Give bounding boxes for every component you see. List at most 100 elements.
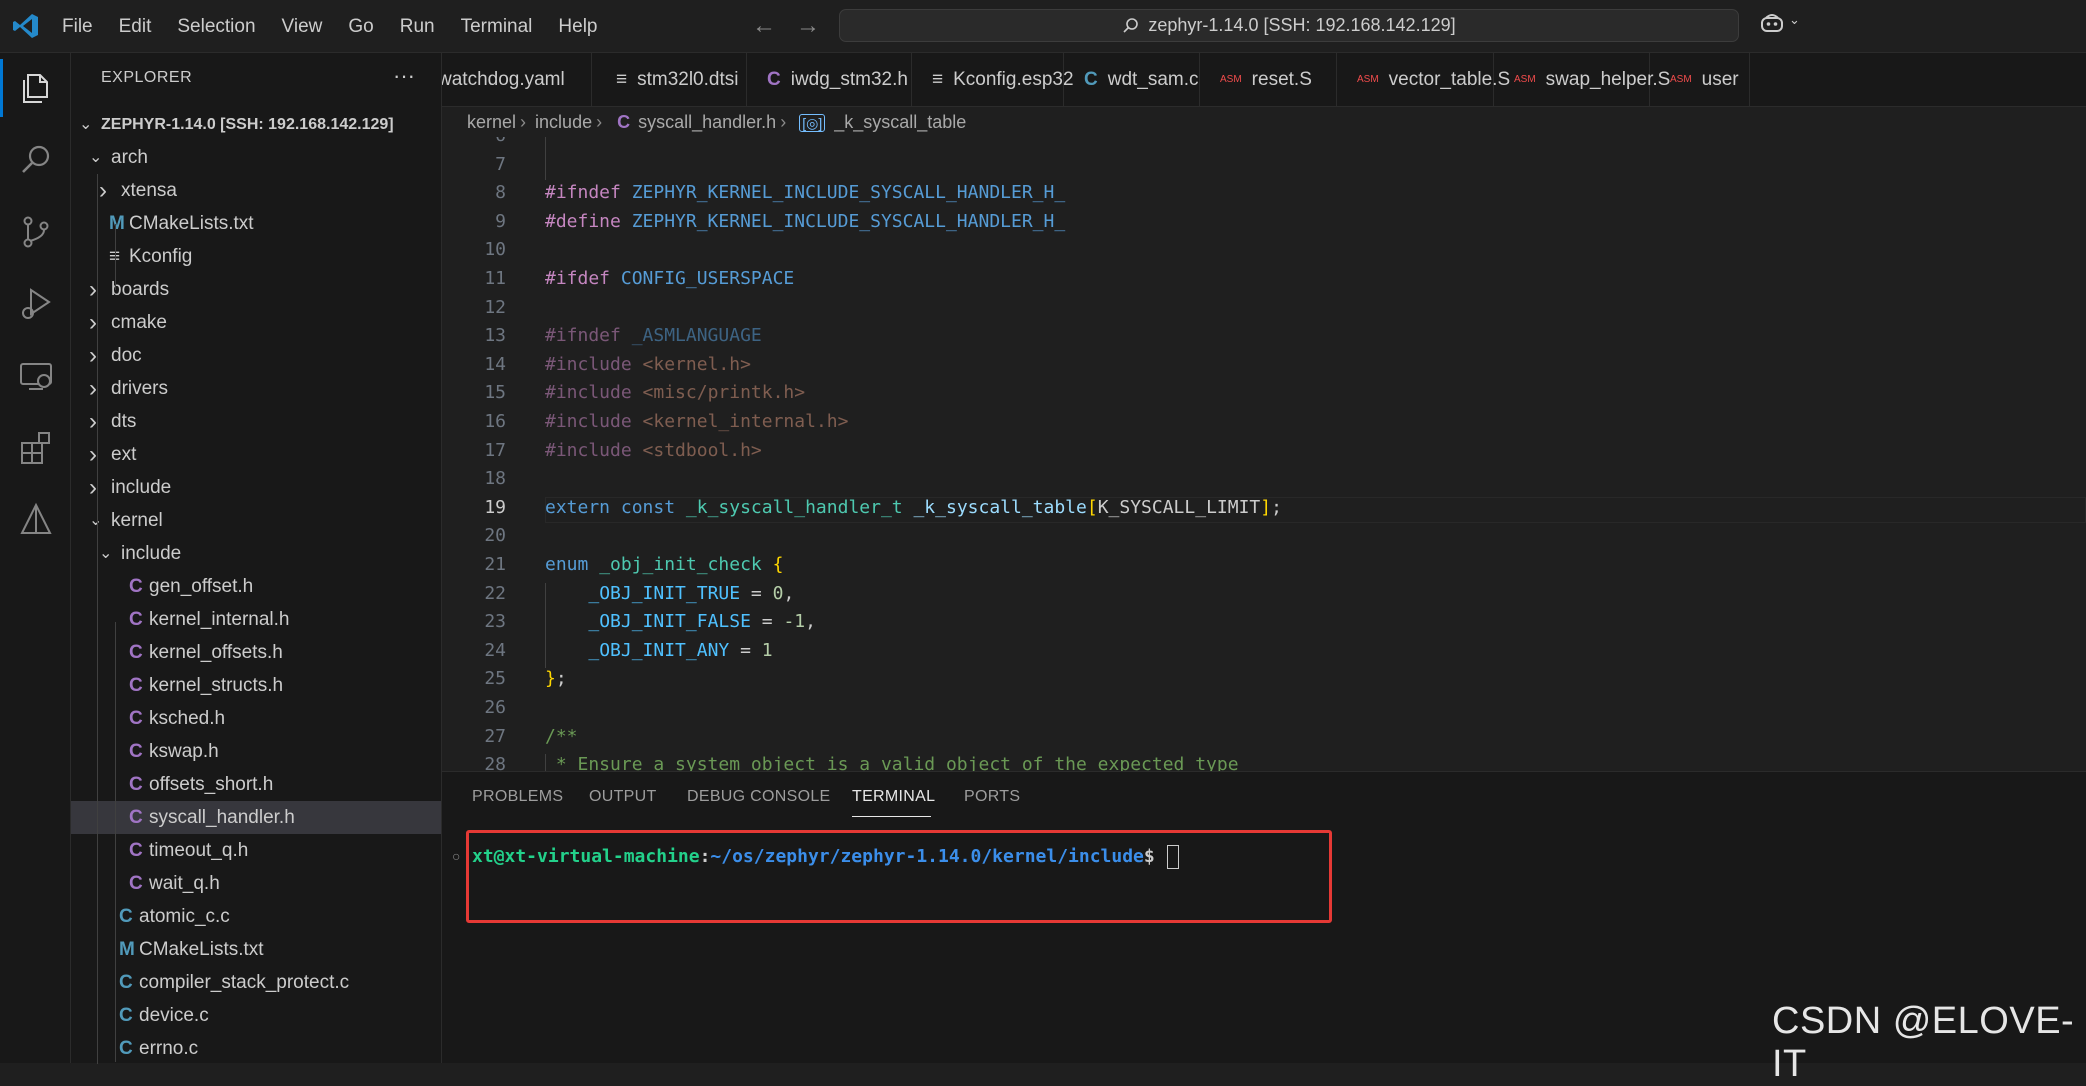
tree-item[interactable]: ≡Kconfig	[71, 240, 441, 273]
annotation-highlight-box	[466, 830, 1332, 923]
tree-item-label: CMakeLists.txt	[129, 213, 254, 234]
tree-item-label: ksched.h	[149, 708, 226, 729]
code-line[interactable]: enum _obj_init_check {	[545, 554, 783, 575]
tree-item[interactable]: Cgen_offset.h	[71, 570, 441, 603]
tree-item[interactable]: Ctimeout_q.h	[71, 834, 441, 867]
chevron-down-icon: ⌄	[99, 545, 113, 562]
explorer-icon[interactable]	[17, 69, 55, 107]
code-token: /**	[545, 725, 578, 747]
code-line[interactable]: * Ensure a system object is a valid obje…	[545, 754, 1239, 771]
code-line[interactable]: _OBJ_INIT_TRUE = 0,	[545, 583, 794, 604]
editor-tab[interactable]: ≡ stm32l0.dtsi	[596, 53, 747, 106]
tree-item[interactable]: Cwait_q.h	[71, 867, 441, 900]
tree-item[interactable]: Cksched.h	[71, 702, 441, 735]
tree-item[interactable]: Ckswap.h	[71, 735, 441, 768]
menu-edit[interactable]: Edit	[119, 16, 152, 38]
text-file-icon: ≡	[932, 69, 944, 90]
code-line[interactable]: #ifndef ZEPHYR_KERNEL_INCLUDE_SYSCALL_HA…	[545, 182, 1065, 203]
breadcrumb-file[interactable]: syscall_handler.h	[638, 112, 776, 132]
back-arrow-icon[interactable]: ←	[752, 12, 796, 39]
tree-item[interactable]: › doc	[71, 339, 441, 372]
command-center[interactable]: zephyr-1.14.0 [SSH: 192.168.142.129]	[839, 9, 1739, 42]
line-number: 16	[484, 411, 506, 432]
breadcrumb-kernel[interactable]: kernel	[467, 112, 516, 132]
tree-item[interactable]: › dts	[71, 405, 441, 438]
code-line[interactable]: _OBJ_INIT_ANY = 1	[545, 640, 772, 661]
editor-tab[interactable]: Ciwdg_stm32.h	[747, 53, 912, 106]
code-token: * Ensure a system object is a valid obje…	[545, 754, 1239, 771]
menu-view[interactable]: View	[282, 16, 323, 38]
tree-item[interactable]: Catomic_c.c	[71, 900, 441, 933]
menu-go[interactable]: Go	[348, 16, 373, 38]
tree-item[interactable]: M CMakeLists.txt	[71, 933, 441, 966]
tree-item[interactable]: Ckernel_internal.h	[71, 603, 441, 636]
code-line[interactable]: #include <misc/printk.h>	[545, 382, 805, 403]
workspace-root[interactable]: ⌄ ZEPHYR-1.14.0 [SSH: 192.168.142.129]	[71, 108, 441, 141]
menu-run[interactable]: Run	[400, 16, 435, 38]
breadcrumb-symbol[interactable]: _k_syscall_table	[834, 112, 966, 132]
code-line[interactable]: #include <kernel.h>	[545, 354, 751, 375]
run-debug-icon[interactable]	[17, 285, 55, 323]
c-file-icon: C	[119, 1005, 133, 1026]
tree-item[interactable]: ⌄ include	[71, 537, 441, 570]
menu-bar: File Edit Selection View Go Run Terminal…	[62, 0, 624, 53]
tab-terminal[interactable]: TERMINAL	[852, 788, 935, 806]
tree-item[interactable]: › include	[71, 471, 441, 504]
breadcrumb-include[interactable]: include	[535, 112, 592, 132]
tree-item[interactable]: › xtensa	[71, 174, 441, 207]
menu-terminal[interactable]: Terminal	[461, 16, 533, 38]
search-icon[interactable]	[17, 141, 55, 179]
tree-item[interactable]: › boards	[71, 273, 441, 306]
tab-output[interactable]: OUTPUT	[589, 788, 657, 806]
more-actions-icon[interactable]: ···	[393, 63, 415, 89]
tab-debug-console[interactable]: DEBUG CONSOLE	[687, 788, 831, 806]
extensions-icon[interactable]	[17, 429, 55, 467]
code-line[interactable]: #ifdef CONFIG_USERSPACE	[545, 268, 794, 289]
forward-arrow-icon[interactable]: →	[796, 12, 840, 39]
editor-tab[interactable]: watchdog.yaml	[442, 53, 592, 106]
code-token: ;	[555, 668, 567, 690]
editor-tab[interactable]: ≡ Kconfig.esp32	[912, 53, 1074, 106]
tab-ports[interactable]: PORTS	[964, 788, 1020, 806]
tree-item[interactable]: Ckernel_structs.h	[71, 669, 441, 702]
tree-item[interactable]: Csyscall_handler.h	[71, 801, 441, 834]
tree-item[interactable]: Ckernel_offsets.h	[71, 636, 441, 669]
code-line[interactable]: #include <stdbool.h>	[545, 440, 762, 461]
copilot-button[interactable]: ⌄	[1760, 12, 1800, 39]
tree-item[interactable]: › cmake	[71, 306, 441, 339]
menu-selection[interactable]: Selection	[177, 16, 255, 38]
editor-tab[interactable]: ASM user	[1650, 53, 1750, 106]
cmake-tools-icon[interactable]	[17, 501, 55, 539]
tree-item[interactable]: Cerrno.c	[71, 1032, 441, 1065]
tree-item[interactable]: › ext	[71, 438, 441, 471]
code-line[interactable]: /**	[545, 726, 578, 747]
menu-file[interactable]: File	[62, 16, 93, 38]
editor-tab[interactable]: ASM reset.S	[1200, 53, 1337, 106]
tree-item[interactable]: ⌄ arch	[71, 141, 441, 174]
editor-tab[interactable]: Cwdt_sam.c	[1064, 53, 1200, 106]
c-file-icon: C	[129, 609, 143, 630]
tree-item[interactable]: Coffsets_short.h	[71, 768, 441, 801]
code-line[interactable]: extern const _k_syscall_handler_t _k_sys…	[545, 497, 1282, 518]
code-token: #ifndef	[545, 182, 632, 204]
editor-tab[interactable]: ASM swap_helper.S	[1494, 53, 1670, 106]
tree-item[interactable]: M CMakeLists.txt	[71, 207, 441, 240]
code-line[interactable]: _OBJ_INIT_FALSE = -1,	[545, 611, 816, 632]
tree-item[interactable]: › drivers	[71, 372, 441, 405]
code-line[interactable]: #define ZEPHYR_KERNEL_INCLUDE_SYSCALL_HA…	[545, 211, 1065, 232]
tree-item-label: kernel_offsets.h	[149, 642, 283, 663]
code-editor[interactable]: 6 7 8 #ifndef ZEPHYR_KERNEL_INCLUDE_SYSCALL…	[442, 137, 2086, 771]
remote-explorer-icon[interactable]	[17, 357, 55, 395]
tree-item[interactable]: Ccompiler_stack_protect.c	[71, 966, 441, 999]
tab-problems[interactable]: PROBLEMS	[472, 788, 563, 806]
editor-tab[interactable]: ASM vector_table.S	[1337, 53, 1510, 106]
menu-help[interactable]: Help	[558, 16, 597, 38]
tree-item[interactable]: ⌄ kernel	[71, 504, 441, 537]
line-number: 14	[484, 353, 506, 375]
code-line[interactable]: #ifndef _ASMLANGUAGE	[545, 325, 762, 346]
code-line[interactable]: #include <kernel_internal.h>	[545, 411, 848, 432]
tree-item-label: doc	[111, 345, 142, 366]
source-control-icon[interactable]	[17, 213, 55, 251]
tree-item[interactable]: Cdevice.c	[71, 999, 441, 1032]
code-line[interactable]: };	[545, 668, 567, 689]
